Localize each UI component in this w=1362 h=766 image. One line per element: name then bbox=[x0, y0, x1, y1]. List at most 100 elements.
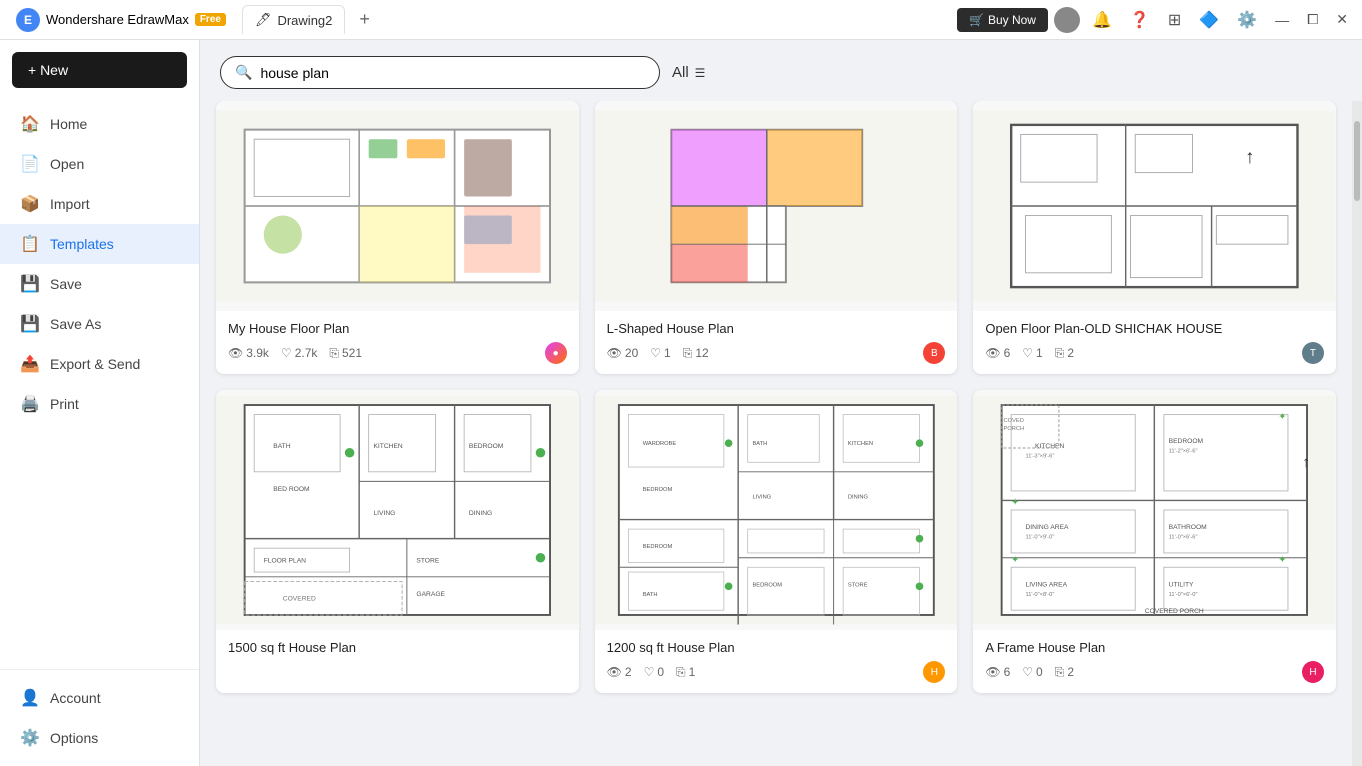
card-image-6: KITCHEN 11'-3"×9'-6" BEDROOM 11'-2"×6'-6… bbox=[973, 390, 1336, 630]
sidebar-item-open[interactable]: 📄 Open bbox=[0, 144, 199, 184]
copy-icon-5: ⎘ bbox=[676, 665, 686, 680]
svg-text:✦: ✦ bbox=[1012, 554, 1020, 565]
likes-stat-3: ♡ 1 bbox=[1022, 346, 1042, 360]
sidebar-bottom: 👤 Account ⚙️ Options bbox=[0, 669, 199, 766]
svg-text:BEDROOM: BEDROOM bbox=[1169, 438, 1204, 445]
card-title-5: 1200 sq ft House Plan bbox=[607, 640, 946, 655]
likes-stat-1: ♡ 2.7k bbox=[281, 346, 317, 360]
app-name: Wondershare EdrawMax bbox=[46, 12, 189, 27]
card-stats-5: 👁 2 ♡ 0 ⎘ 1 bbox=[607, 661, 946, 683]
heart-icon-2: ♡ bbox=[650, 346, 661, 360]
nav-items: 🏠 Home 📄 Open 📦 Import 📋 Templates 💾 Sav… bbox=[0, 100, 199, 669]
save-as-icon: 💾 bbox=[20, 314, 40, 334]
search-icon: 🔍 bbox=[235, 64, 252, 81]
eye-icon-5: 👁 bbox=[607, 665, 622, 679]
settings-icon[interactable]: ⚙️ bbox=[1231, 6, 1263, 34]
sidebar: + New 🏠 Home 📄 Open 📦 Import 📋 Templates… bbox=[0, 40, 200, 766]
import-icon: 📦 bbox=[20, 194, 40, 214]
views-stat-5: 👁 2 bbox=[607, 665, 632, 679]
copy-icon-1: ⎘ bbox=[329, 346, 339, 361]
account-icon: 👤 bbox=[20, 688, 40, 708]
sidebar-item-home[interactable]: 🏠 Home bbox=[0, 104, 199, 144]
help-icon[interactable]: ❓ bbox=[1124, 6, 1156, 34]
notification-icon[interactable]: 🔔 bbox=[1086, 6, 1118, 34]
card-title-3: Open Floor Plan-OLD SHICHAK HOUSE bbox=[985, 321, 1324, 336]
copies-stat-5: ⎘ 1 bbox=[676, 665, 695, 680]
svg-text:BEDROOM: BEDROOM bbox=[752, 582, 782, 588]
avatar-2: B bbox=[923, 342, 945, 364]
save-icon: 💾 bbox=[20, 274, 40, 294]
svg-text:COVED: COVED bbox=[1004, 418, 1024, 424]
svg-text:↑: ↑ bbox=[1303, 454, 1311, 471]
copy-icon-6: ⎘ bbox=[1055, 665, 1065, 680]
sidebar-item-save-as[interactable]: 💾 Save As bbox=[0, 304, 199, 344]
close-button[interactable]: ✕ bbox=[1330, 9, 1354, 30]
template-card-6[interactable]: KITCHEN 11'-3"×9'-6" BEDROOM 11'-2"×6'-6… bbox=[973, 390, 1336, 693]
card-info-5: 1200 sq ft House Plan 👁 2 ♡ 0 bbox=[595, 630, 958, 693]
main-layout: + New 🏠 Home 📄 Open 📦 Import 📋 Templates… bbox=[0, 40, 1362, 766]
svg-text:BEDROOM: BEDROOM bbox=[642, 487, 672, 493]
scrollbar-thumb[interactable] bbox=[1354, 121, 1360, 201]
svg-text:STORE: STORE bbox=[848, 582, 868, 588]
sidebar-item-options[interactable]: ⚙️ Options bbox=[0, 718, 199, 758]
sidebar-label-print: Print bbox=[50, 396, 79, 412]
svg-text:KITCHEN: KITCHEN bbox=[373, 443, 402, 450]
sidebar-item-print[interactable]: 🖨️ Print bbox=[0, 384, 199, 424]
buy-now-button[interactable]: 🛒 Buy Now bbox=[957, 8, 1048, 32]
minimize-button[interactable]: — bbox=[1269, 10, 1295, 30]
template-card-1[interactable]: My House Floor Plan 👁 3.9k ♡ 2.7k bbox=[216, 101, 579, 374]
card-stats-3: 👁 6 ♡ 1 ⎘ 2 bbox=[985, 342, 1324, 364]
sidebar-item-import[interactable]: 📦 Import bbox=[0, 184, 199, 224]
views-stat-1: 👁 3.9k bbox=[228, 346, 269, 360]
card-stats-1: 👁 3.9k ♡ 2.7k ⎘ 521 bbox=[228, 342, 567, 364]
eye-icon-3: 👁 bbox=[985, 346, 1000, 360]
svg-text:LIVING: LIVING bbox=[752, 495, 771, 501]
titlebar-left: E Wondershare EdrawMax Free 🖊 Drawing2 + bbox=[8, 5, 376, 34]
add-tab-button[interactable]: + bbox=[353, 7, 376, 32]
sidebar-item-save[interactable]: 💾 Save bbox=[0, 264, 199, 304]
shapes-icon[interactable]: 🔷 bbox=[1193, 6, 1225, 34]
views-stat-2: 👁 20 bbox=[607, 346, 639, 360]
buy-label: Buy Now bbox=[988, 13, 1036, 27]
views-stat-6: 👁 6 bbox=[985, 665, 1010, 679]
copies-stat-6: ⎘ 2 bbox=[1055, 665, 1074, 680]
sidebar-label-save: Save bbox=[50, 276, 82, 292]
card-info-4: 1500 sq ft House Plan bbox=[216, 630, 579, 671]
search-input[interactable] bbox=[260, 65, 645, 81]
svg-text:DINING: DINING bbox=[469, 510, 492, 517]
all-filter-button[interactable]: All ☰ bbox=[672, 64, 705, 81]
svg-text:11'-0"×9'-0": 11'-0"×9'-0" bbox=[1026, 535, 1055, 541]
avatar-6: H bbox=[1302, 661, 1324, 683]
grid-icon[interactable]: ⊞ bbox=[1162, 6, 1187, 34]
scrollbar-track[interactable] bbox=[1352, 101, 1362, 766]
avatar-1: ● bbox=[545, 342, 567, 364]
template-card-2[interactable]: L-Shaped House Plan 👁 20 ♡ 1 bbox=[595, 101, 958, 374]
svg-text:FLOOR PLAN: FLOOR PLAN bbox=[264, 557, 306, 564]
avatar-5: H bbox=[923, 661, 945, 683]
template-grid: My House Floor Plan 👁 3.9k ♡ 2.7k bbox=[200, 101, 1352, 766]
new-button[interactable]: + New bbox=[12, 52, 187, 88]
all-label: All bbox=[672, 64, 689, 81]
search-box: 🔍 bbox=[220, 56, 660, 89]
svg-text:11'-3"×9'-6": 11'-3"×9'-6" bbox=[1026, 454, 1055, 460]
active-tab[interactable]: 🖊 Drawing2 bbox=[242, 5, 345, 34]
eye-icon-2: 👁 bbox=[607, 346, 622, 360]
sidebar-item-templates[interactable]: 📋 Templates bbox=[0, 224, 199, 264]
template-card-3[interactable]: ↑ Open Floor Plan-OLD SHICHAK HOUSE 👁 6 bbox=[973, 101, 1336, 374]
eye-icon-1: 👁 bbox=[228, 346, 243, 360]
card-info-6: A Frame House Plan 👁 6 ♡ 0 bbox=[973, 630, 1336, 693]
svg-text:COVERED PORCH: COVERED PORCH bbox=[1145, 608, 1204, 615]
heart-icon-6: ♡ bbox=[1022, 665, 1033, 679]
sidebar-item-export[interactable]: 📤 Export & Send bbox=[0, 344, 199, 384]
svg-text:BED ROOM: BED ROOM bbox=[273, 486, 310, 493]
sidebar-item-account[interactable]: 👤 Account bbox=[0, 678, 199, 718]
svg-text:BEDROOM: BEDROOM bbox=[469, 443, 504, 450]
template-card-5[interactable]: WARDROBE BEDROOM BATH KITCHEN LIVING DIN… bbox=[595, 390, 958, 693]
user-avatar bbox=[1054, 7, 1080, 33]
template-card-4[interactable]: BATH BED ROOM KITCHEN BEDROOM LIVING DIN… bbox=[216, 390, 579, 693]
app-logo-icon: E bbox=[16, 8, 40, 32]
tab-label: Drawing2 bbox=[277, 13, 332, 28]
card-title-2: L-Shaped House Plan bbox=[607, 321, 946, 336]
svg-text:11'-0"×6'-6": 11'-0"×6'-6" bbox=[1169, 535, 1198, 541]
maximize-button[interactable]: ⧠ bbox=[1301, 9, 1324, 30]
